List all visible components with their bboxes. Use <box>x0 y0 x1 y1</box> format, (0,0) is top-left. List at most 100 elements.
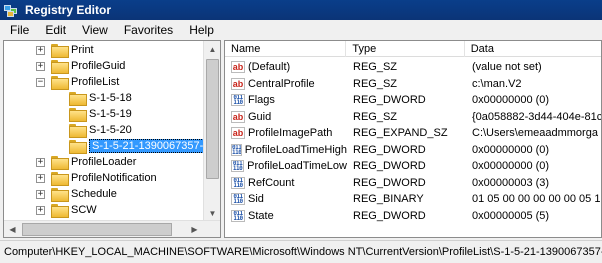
value-name: State <box>248 209 274 222</box>
key-tree-pane[interactable]: + Print + ProfileGuid − ProfileList S-1-5-18 S-… <box>3 40 221 238</box>
tree-item-label: ProfileList <box>71 76 120 88</box>
tree-item-label: S-1-5-20 <box>89 124 132 136</box>
value-row[interactable]: 011 110 RefCount REG_DWORD 0x00000003 (3) <box>225 175 601 191</box>
menu-view[interactable]: View <box>74 23 116 37</box>
values-list-pane[interactable]: Name Type Data ab (Default) REG_SZ (value n… <box>224 40 602 238</box>
tree-item-label: Print <box>71 44 94 56</box>
value-data: 01 05 00 00 00 00 00 05 15 <box>472 193 602 205</box>
tree-item[interactable]: S-1-5-18 <box>54 90 132 106</box>
tree-item[interactable]: + Print <box>36 42 94 58</box>
value-row[interactable]: ab (Default) REG_SZ (value not set) <box>225 59 601 75</box>
registry-app-icon <box>4 3 19 17</box>
value-name: Guid <box>248 110 272 123</box>
column-header-type[interactable]: Type <box>346 41 465 57</box>
value-row[interactable]: 011 110 Flags REG_DWORD 0x00000000 (0) <box>225 92 601 108</box>
tree-item[interactable]: + ProfileNotification <box>36 170 157 186</box>
value-row[interactable]: ab CentralProfile REG_SZ c:\man.V2 <box>225 76 601 92</box>
value-type: REG_EXPAND_SZ <box>353 127 448 139</box>
value-data: 0x00000003 (3) <box>472 176 550 189</box>
expand-icon[interactable]: + <box>36 173 45 183</box>
menu-bar: File Edit View Favorites Help <box>0 20 602 39</box>
tree-item[interactable]: + SCW <box>36 202 97 218</box>
expand-icon[interactable]: + <box>36 205 45 215</box>
status-path: Computer\HKEY_LOCAL_MACHINE\SOFTWARE\Mic… <box>4 246 602 258</box>
tree-item[interactable]: + ProfileGuid <box>36 58 125 74</box>
value-type: REG_SZ <box>353 110 398 123</box>
value-name: Flags <box>248 94 275 106</box>
tree-item[interactable]: S-1-5-20 <box>54 122 132 138</box>
folder-icon <box>51 172 69 186</box>
tree-item[interactable]: + Schedule <box>36 186 117 202</box>
string-value-icon: ab <box>231 61 245 73</box>
tree-horizontal-scrollbar[interactable]: ◀ ▶ <box>4 220 220 237</box>
list-header: Name Type Data <box>225 41 601 57</box>
value-name: CentralProfile <box>248 77 315 90</box>
value-data: C:\Users\emeaadmmorga <box>472 127 598 139</box>
string-value-icon: ab <box>231 77 245 90</box>
tree-vertical-scrollbar[interactable]: ▲ ▼ <box>203 41 220 222</box>
value-type: REG_DWORD <box>353 176 426 189</box>
binary-value-icon: 011 110 <box>231 193 245 205</box>
value-row[interactable]: 011 110 ProfileLoadTimeHigh REG_DWORD 0x000… <box>225 142 601 158</box>
value-row[interactable]: 011 110 Sid REG_BINARY 01 05 00 00 00 00 00… <box>225 191 602 207</box>
scroll-up-arrow-icon[interactable]: ▲ <box>204 41 220 58</box>
tree-item-label: ProfileLoader <box>71 156 137 168</box>
value-row[interactable]: ab Guid REG_SZ {0a058882-3d44-404e-81c <box>225 109 602 125</box>
tree-item-label: S-1-5-19 <box>89 108 132 120</box>
folder-icon <box>51 76 69 90</box>
tree-item[interactable]: − ProfileList <box>36 74 119 90</box>
value-type: REG_DWORD <box>353 209 426 222</box>
value-name: (Default) <box>248 61 291 73</box>
scroll-right-arrow-icon[interactable]: ▶ <box>186 221 203 237</box>
tree-item-label: ProfileNotification <box>71 172 157 184</box>
folder-icon <box>51 204 69 218</box>
binary-value-icon: 011 110 <box>231 209 245 222</box>
expand-icon[interactable]: + <box>36 189 45 199</box>
menu-edit[interactable]: Edit <box>37 23 74 37</box>
value-type: REG_DWORD <box>353 160 426 172</box>
scroll-thumb[interactable] <box>22 223 172 236</box>
tree-item[interactable]: S-1-5-21-1390067357- <box>54 138 207 154</box>
title-bar: Registry Editor <box>0 0 602 20</box>
value-row[interactable]: 011 110 ProfileLoadTimeLow REG_DWORD 0x0000… <box>225 158 601 174</box>
expand-icon[interactable]: + <box>36 45 45 55</box>
column-header-name[interactable]: Name <box>225 41 347 57</box>
tree-item[interactable]: S-1-5-19 <box>54 106 132 122</box>
value-name: ProfileLoadTimeLow <box>247 160 347 172</box>
binary-value-icon: 011 110 <box>231 160 245 172</box>
binary-value-icon: 011 110 <box>231 143 242 156</box>
value-name: Sid <box>248 193 264 205</box>
status-bar: Computer\HKEY_LOCAL_MACHINE\SOFTWARE\Mic… <box>0 240 602 263</box>
value-data: 0x00000000 (0) <box>472 160 550 172</box>
tree-item-label: SCW <box>71 204 97 216</box>
menu-favorites[interactable]: Favorites <box>116 23 181 37</box>
tree-item[interactable]: + ProfileLoader <box>36 154 136 170</box>
binary-value-icon: 011 110 <box>231 176 245 189</box>
collapse-icon[interactable]: − <box>36 77 45 87</box>
folder-icon <box>51 156 69 170</box>
scroll-left-arrow-icon[interactable]: ◀ <box>4 221 21 237</box>
folder-icon <box>51 60 69 74</box>
folder-icon <box>51 188 69 202</box>
value-row[interactable]: 011 110 State REG_DWORD 0x00000005 (5) <box>225 208 601 224</box>
value-name: ProfileImagePath <box>248 127 333 139</box>
folder-icon <box>69 140 87 154</box>
binary-value-icon: 011 110 <box>231 94 245 106</box>
string-value-icon: ab <box>231 110 245 123</box>
tree-item-label: S-1-5-18 <box>89 92 132 104</box>
tree-item-label: Schedule <box>71 188 117 200</box>
value-data: 0x00000000 (0) <box>472 94 550 106</box>
scroll-thumb[interactable] <box>206 59 219 179</box>
value-type: REG_SZ <box>353 61 398 73</box>
menu-file[interactable]: File <box>2 23 37 37</box>
value-name: ProfileLoadTimeHigh <box>244 143 347 156</box>
menu-help[interactable]: Help <box>181 23 222 37</box>
column-header-data[interactable]: Data <box>465 41 601 57</box>
value-name: RefCount <box>248 176 295 189</box>
value-type: REG_DWORD <box>353 143 426 156</box>
value-data: {0a058882-3d44-404e-81c <box>472 110 602 123</box>
value-data: (value not set) <box>472 61 542 73</box>
expand-icon[interactable]: + <box>36 61 45 71</box>
expand-icon[interactable]: + <box>36 157 45 167</box>
value-row[interactable]: ab ProfileImagePath REG_EXPAND_SZ C:\Users\… <box>225 125 601 141</box>
